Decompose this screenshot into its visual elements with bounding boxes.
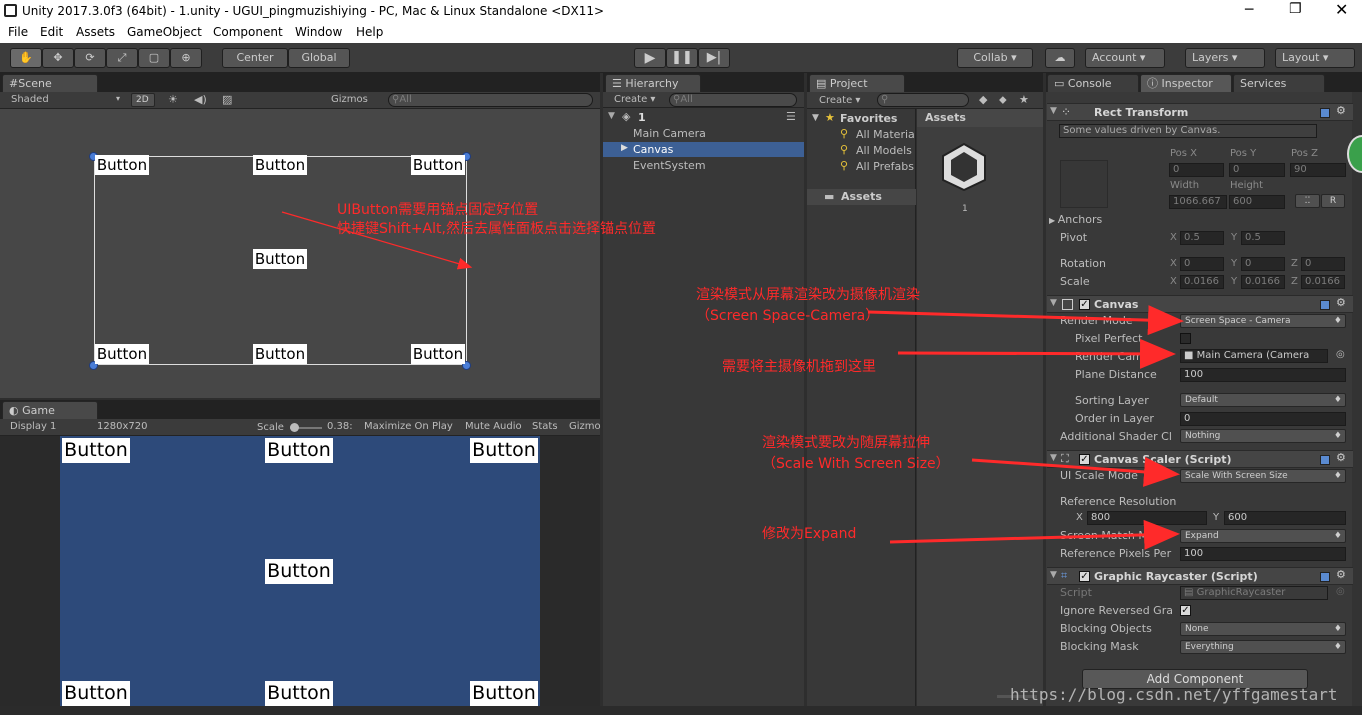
watermark: https://blog.csdn.net/yffgamestart: [1010, 685, 1338, 704]
annotation-render-line1: 渲染模式从屏幕渲染改为摄像机渲染: [696, 287, 920, 303]
annotation-camera: 需要将主摄像机拖到这里: [722, 359, 876, 375]
annotation-scale-line2: （Scale With Screen Size）: [762, 456, 950, 472]
arrow-ui-scale: [971, 456, 1180, 487]
annotation-render-line2: （Screen Space-Camera）: [696, 308, 880, 324]
arrow-render-mode: [867, 305, 1184, 336]
arrow-match-mode: [889, 519, 1180, 550]
arrow-render-camera: [897, 338, 1176, 369]
annotation-scale-line1: 渲染模式要改为随屏幕拉伸: [762, 435, 930, 451]
annotation-expand: 修改为Expand: [762, 526, 857, 542]
annotation-arrows: [281, 211, 1184, 550]
annotation-anchor-line2: 快捷键Shift+Alt,然后去属性面板点击选择锚点位置: [337, 221, 656, 237]
annotation-anchor-line1: UIButton需要用锚点固定好位置: [337, 202, 539, 218]
